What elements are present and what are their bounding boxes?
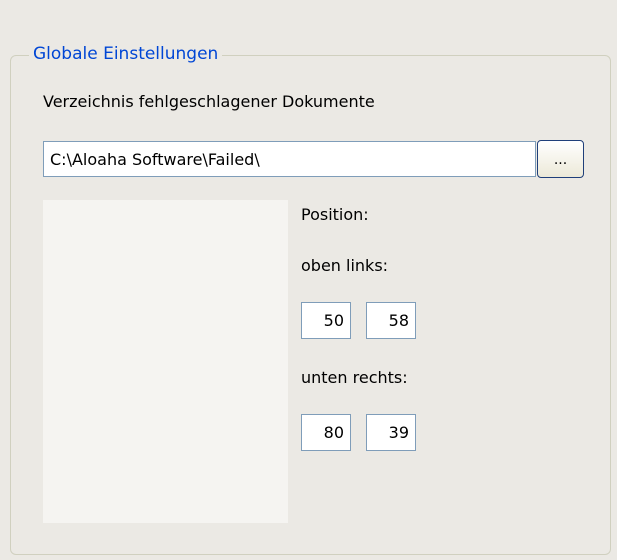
bottom-right-y-input[interactable] — [366, 414, 416, 451]
position-label: Position: — [301, 205, 369, 224]
bottom-right-label: unten rechts: — [301, 368, 408, 387]
failed-docs-dir-label: Verzeichnis fehlgeschlagener Dokumente — [43, 92, 375, 111]
top-left-label: oben links: — [301, 256, 389, 275]
bottom-right-x-input[interactable] — [301, 414, 351, 451]
top-left-x-input[interactable] — [301, 302, 351, 339]
failed-docs-path-input[interactable] — [43, 141, 536, 177]
top-left-y-input[interactable] — [366, 302, 416, 339]
position-preview-area[interactable] — [43, 200, 288, 523]
browse-button[interactable]: ... — [537, 140, 584, 178]
group-title: Globale Einstellungen — [29, 42, 223, 66]
